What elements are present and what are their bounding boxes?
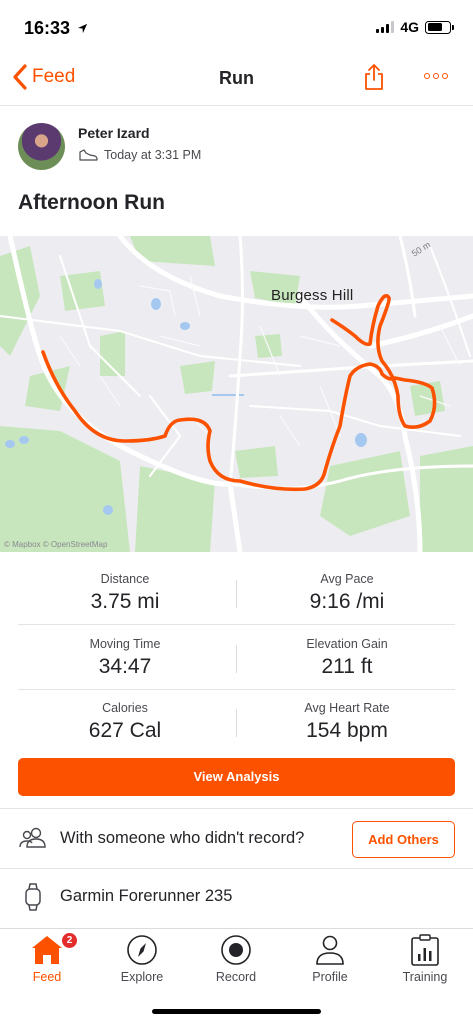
tab-label: Record (215, 970, 257, 984)
watch-icon (24, 883, 42, 916)
route-map[interactable]: 50 m (0, 236, 473, 552)
home-indicator[interactable] (152, 1009, 321, 1014)
status-time: 16:33 (24, 18, 88, 39)
map-place-label: Burgess Hill (271, 287, 354, 304)
add-others-button[interactable]: Add Others (352, 821, 455, 858)
divider (0, 808, 473, 809)
home-icon (32, 936, 62, 964)
activity-time: Today at 3:31 PM (78, 148, 201, 162)
profile-icon (316, 935, 344, 965)
navigation-bar: Feed Run (0, 52, 473, 106)
map-credit: © Mapbox © OpenStreetMap (4, 540, 108, 549)
more-button[interactable] (424, 73, 448, 79)
tab-label: Feed (32, 970, 62, 984)
tab-label: Explore (120, 970, 164, 984)
with-someone-text: With someone who didn't record? (60, 829, 305, 847)
tab-label: Training (402, 970, 448, 984)
tab-record[interactable]: Record (196, 933, 276, 984)
record-icon (221, 935, 251, 965)
share-icon (365, 64, 383, 90)
battery-icon (425, 20, 454, 34)
stat-moving-time-value: 34:47 (98, 655, 152, 678)
stat-elevation-gain-label: Elevation Gain (306, 637, 388, 651)
notification-badge: 2 (60, 931, 79, 950)
location-arrow-icon (77, 23, 88, 34)
signal-icon (376, 21, 395, 33)
stat-distance-value: 3.75 mi (90, 590, 160, 613)
stat-avg-pace-label: Avg Pace (320, 572, 374, 586)
network-type: 4G (400, 19, 419, 35)
stat-avg-heart-rate-label: Avg Heart Rate (304, 701, 390, 715)
stat-calories-value: 627 Cal (88, 719, 162, 742)
back-button[interactable]: Feed (12, 64, 75, 90)
share-button[interactable] (363, 63, 385, 96)
device-name: Garmin Forerunner 235 (60, 887, 233, 905)
back-label: Feed (32, 66, 76, 87)
divider (18, 689, 455, 690)
stat-avg-heart-rate-value: 154 bpm (306, 719, 388, 742)
tab-explore[interactable]: Explore (102, 933, 182, 984)
tab-feed[interactable]: 2 Feed (7, 931, 87, 984)
stat-distance-label: Distance (100, 572, 150, 586)
tab-training[interactable]: Training (385, 933, 465, 984)
compass-icon (127, 935, 157, 965)
stat-elevation-gain-value: 211 ft (321, 655, 373, 678)
stat-calories-label: Calories (102, 701, 148, 715)
more-icon (424, 73, 430, 79)
tab-profile[interactable]: Profile (290, 933, 370, 984)
divider (18, 624, 455, 625)
view-analysis-button[interactable]: View Analysis (18, 758, 455, 796)
map-canvas (0, 236, 473, 552)
avatar[interactable] (18, 123, 65, 170)
tab-label: Profile (312, 970, 348, 984)
group-icon (18, 826, 48, 855)
status-indicators: 4G (376, 19, 454, 35)
activity-title: Afternoon Run (18, 191, 165, 214)
stat-avg-pace-value: 9:16 /mi (309, 590, 385, 613)
training-icon (411, 934, 439, 966)
chevron-left-icon (13, 64, 27, 90)
shoe-icon (79, 149, 98, 161)
divider (0, 868, 473, 869)
stat-moving-time-label: Moving Time (89, 637, 161, 651)
athlete-name[interactable]: Peter Izard (78, 125, 150, 141)
